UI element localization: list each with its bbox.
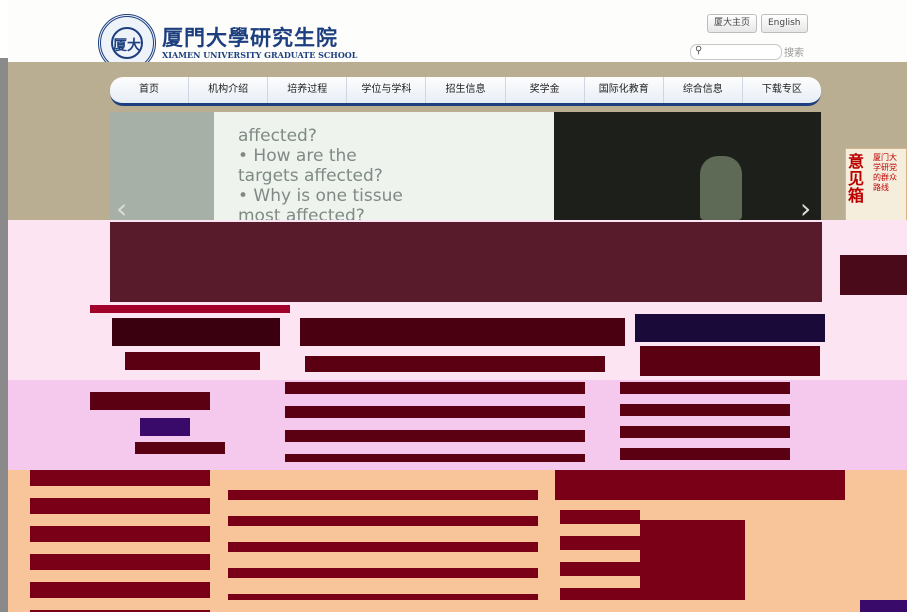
glitch-block [640,346,820,376]
nav-item-scholarship[interactable]: 奖学金 [506,77,585,103]
nav-item-training[interactable]: 培养过程 [268,77,348,103]
site-title[interactable]: 厦門大學研究生院 [162,22,338,52]
nav-item-admissions[interactable]: 招生信息 [426,77,506,103]
glitch-block [840,255,907,295]
slide-line: targets affected? [238,166,383,186]
logo-glyph: 厦大 [113,38,141,54]
glitch-block [110,222,822,302]
glitch-text-lines [620,382,790,462]
xmu-homepage-link[interactable]: 厦大主页 [707,14,758,33]
glitch-text-lines [560,510,640,600]
search-input[interactable]: ⚲ [690,44,782,60]
glitch-text-lines [285,382,585,462]
nav-item-downloads[interactable]: 下载专区 [743,77,821,103]
glitch-block [640,520,745,600]
glitch-block [300,318,625,346]
slide-line: affected? [238,126,317,146]
glitch-block [140,418,190,436]
search-icon: ⚲ [695,45,703,56]
glitch-text-lines [30,470,210,612]
glitch-block [635,314,825,342]
banner-photo-dark [554,112,821,220]
glitch-text-lines [228,490,538,600]
glitch-block [135,442,225,454]
glitch-block [305,356,605,372]
feedback-subtitle: 厦门大学研党的群众路线 [873,153,897,192]
nav-item-international[interactable]: 国际化教育 [585,77,664,103]
feedback-box[interactable]: 意见箱 厦门大学研党的群众路线 [845,148,907,230]
banner-speaker-figure [700,156,742,220]
glitch-block [125,352,260,370]
main-nav: 首页 机构介绍 培养过程 学位与学科 招生信息 奖学金 国际化教育 综合信息 下… [110,77,821,106]
chevron-right-icon[interactable]: › [800,192,811,220]
site-subtitle: XIAMEN UNIVERSITY GRADUATE SCHOOL [162,50,358,60]
slide-line: • Why is one tissue [238,186,403,206]
banner-slide-text: affected? • How are the targets affected… [238,126,403,220]
left-edge [0,58,8,612]
glitch-block [860,600,907,612]
nav-item-home[interactable]: 首页 [110,77,190,103]
glitch-block [90,392,210,410]
nav-item-about[interactable]: 机构介绍 [189,77,269,103]
glitch-block [555,470,845,500]
nav-item-general[interactable]: 综合信息 [664,77,743,103]
search-button[interactable]: 搜索 [784,44,804,59]
slide-line: • How are the [238,146,357,166]
glitch-block [112,318,280,346]
chevron-left-icon[interactable]: ‹ [116,192,127,220]
feedback-title: 意见箱 [848,152,865,205]
nav-item-degrees[interactable]: 学位与学科 [347,77,427,103]
english-link[interactable]: English [761,14,808,33]
glitch-block [90,305,290,313]
slide-line: most affected? [238,206,365,220]
banner-slideshow[interactable]: affected? • How are the targets affected… [110,112,821,220]
logo-emblem-icon: 厦大 [111,27,143,59]
